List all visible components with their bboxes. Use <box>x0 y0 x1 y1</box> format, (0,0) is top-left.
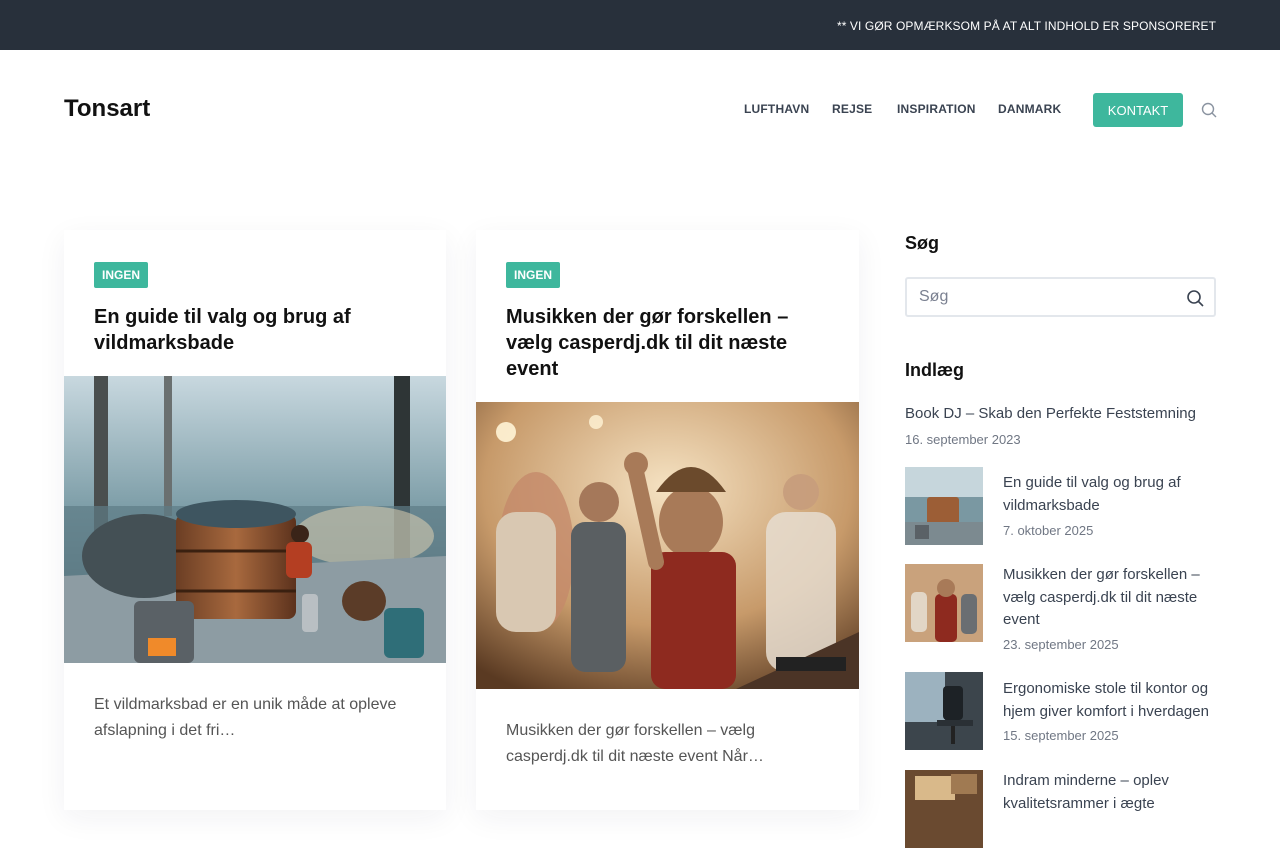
post-title[interactable]: Musikken der gør forskellen – vælg caspe… <box>506 304 829 382</box>
contact-button[interactable]: KONTAKT <box>1093 93 1183 127</box>
search-input[interactable] <box>919 279 1179 315</box>
sidebar-post-title[interactable]: Indram minderne – oplev kvalitetsrammer … <box>1003 770 1216 815</box>
sidebar-post-thumbnail[interactable] <box>905 467 983 545</box>
sidebar-post-date: 15. september 2025 <box>1003 728 1119 743</box>
search-form <box>905 277 1216 317</box>
site-header: Tonsart LUFTHAVN REJSE INSPIRATION DANMA… <box>0 50 1280 170</box>
post-title[interactable]: En guide til valg og brug af vildmarksba… <box>94 304 416 356</box>
search-icon[interactable] <box>1186 289 1204 307</box>
post-excerpt: Musikken der gør forskellen – vælg caspe… <box>506 722 764 765</box>
notice-bar: ** VI GØR OPMÆRKSOM PÅ AT ALT INDHOLD ER… <box>0 0 1280 50</box>
search-icon[interactable] <box>1201 102 1217 118</box>
nav-item-lufthavn[interactable]: LUFTHAVN <box>744 102 809 116</box>
nav-item-rejse[interactable]: REJSE <box>832 102 872 116</box>
sidebar-post-thumbnail[interactable] <box>905 672 983 750</box>
post-image-dancing[interactable] <box>476 402 859 689</box>
site-logo[interactable]: Tonsart <box>64 95 150 123</box>
sidebar-post-thumbnail[interactable] <box>905 564 983 642</box>
sidebar-post-thumbnail[interactable] <box>905 770 983 848</box>
category-badge[interactable]: INGEN <box>506 262 561 288</box>
nav-item-danmark[interactable]: DANMARK <box>998 102 1061 116</box>
sidebar-post-title[interactable]: Musikken der gør forskellen – vælg caspe… <box>1003 564 1216 632</box>
sidebar-post-title[interactable]: En guide til valg og brug af vildmarksba… <box>1003 472 1216 517</box>
sidebar-post-date: 7. oktober 2025 <box>1003 523 1094 538</box>
post-image-hot-tub[interactable] <box>64 376 446 663</box>
notice-text: ** VI GØR OPMÆRKSOM PÅ AT ALT INDHOLD ER… <box>836 19 1216 33</box>
sidebar-post-title[interactable]: Ergonomiske stole til kontor og hjem giv… <box>1003 678 1216 723</box>
post-excerpt: Et vildmarksbad er en unik måde at oplev… <box>94 696 397 739</box>
nav-item-inspiration[interactable]: INSPIRATION <box>897 102 976 116</box>
post-card: INGEN En guide til valg og brug af vildm… <box>64 230 446 810</box>
posts-heading: Indlæg <box>905 360 964 380</box>
category-badge[interactable]: INGEN <box>94 262 149 288</box>
search-heading: Søg <box>905 233 939 253</box>
post-card: INGEN Musikken der gør forskellen – vælg… <box>476 230 859 810</box>
sidebar-post-date: 16. september 2023 <box>905 432 1021 447</box>
sidebar-post-title[interactable]: Book DJ – Skab den Perfekte Feststemning <box>905 403 1216 426</box>
sidebar-post-date: 23. september 2025 <box>1003 637 1119 652</box>
